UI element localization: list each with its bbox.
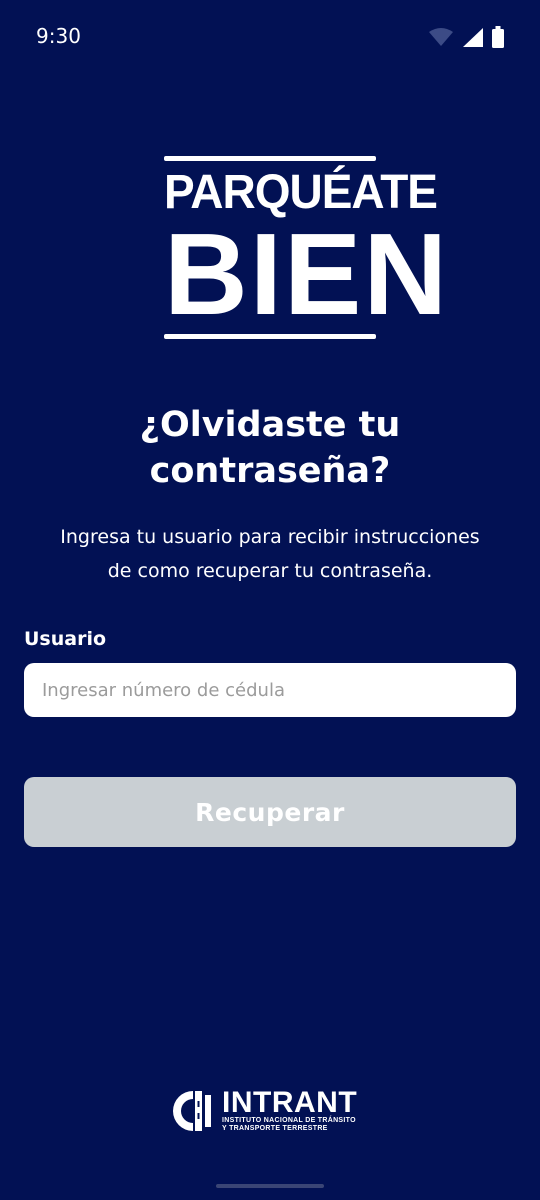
intrant-sub-line2: Y TRANSPORTE TERRESTRE xyxy=(222,1125,328,1132)
page-subtitle: Ingresa tu usuario para recibir instrucc… xyxy=(40,520,500,588)
status-bar: 9:30 xyxy=(0,0,540,72)
logo-line2: BIEN xyxy=(164,209,450,339)
intrant-emblem-icon xyxy=(173,1091,211,1131)
page-title: ¿Olvidaste tu contraseña? xyxy=(0,402,540,494)
wifi-icon xyxy=(429,28,453,46)
signal-icon xyxy=(463,28,483,47)
title-line2: contraseña? xyxy=(149,451,391,491)
battery-icon xyxy=(492,26,504,48)
logo-top-bar xyxy=(164,156,376,161)
status-icons xyxy=(428,26,504,48)
parqueate-bien-logo: PARQUÉATE BIEN xyxy=(164,156,450,342)
intrant-logo: INTRANT INSTITUTO NACIONAL DE TRÁNSITO Y… xyxy=(172,1086,372,1136)
usuario-input[interactable] xyxy=(24,663,516,717)
recuperar-button[interactable]: Recuperar xyxy=(24,777,516,847)
intrant-brand: INTRANT xyxy=(222,1086,358,1119)
title-line1: ¿Olvidaste tu xyxy=(139,405,401,445)
subtitle-line1: Ingresa tu usuario para recibir instrucc… xyxy=(60,526,480,548)
subtitle-line2: de como recuperar tu contraseña. xyxy=(107,560,433,582)
logo-bottom-bar xyxy=(164,334,376,339)
intrant-sub-line1: INSTITUTO NACIONAL DE TRÁNSITO xyxy=(222,1117,356,1124)
status-time: 9:30 xyxy=(36,24,81,48)
usuario-label: Usuario xyxy=(24,628,107,650)
home-indicator[interactable] xyxy=(216,1184,324,1188)
